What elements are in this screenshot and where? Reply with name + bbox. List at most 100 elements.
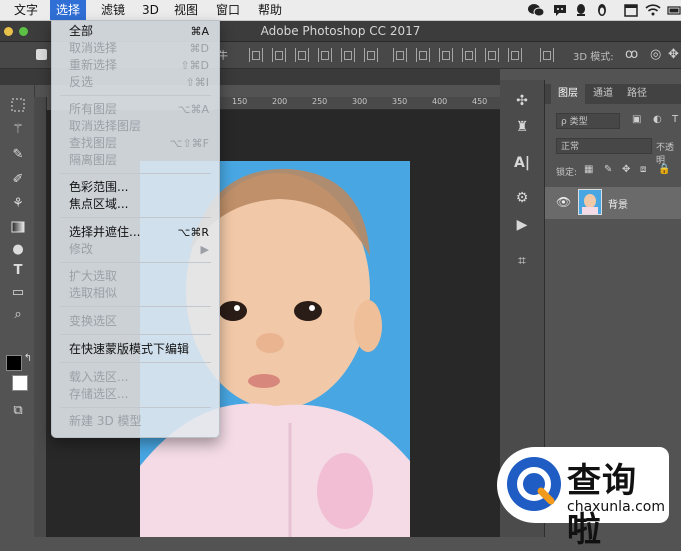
crop-icon[interactable]: ⌗ <box>512 252 532 270</box>
menu-separator <box>60 334 211 335</box>
magic-wand-tool-icon[interactable]: ⚚ <box>10 122 26 138</box>
screen-mode-icon[interactable]: ⧉ <box>10 403 26 419</box>
layer-row-background[interactable]: 👁 背景 <box>545 187 681 219</box>
menu-item-find-layers[interactable]: 查找图层 ⌥⇧⌘F <box>52 135 219 152</box>
gradient-tool-icon[interactable] <box>10 219 26 235</box>
menu-help[interactable]: 帮助 <box>252 0 288 20</box>
tab-channels[interactable]: 通道 <box>587 84 619 104</box>
auto-select-checkbox[interactable] <box>36 49 47 60</box>
menu-item-deselect-layers[interactable]: 取消选择图层 <box>52 118 219 135</box>
distribute-top-icon[interactable] <box>393 48 407 62</box>
blend-mode-select[interactable]: 正常 <box>556 138 652 154</box>
ruler-tick: 400 <box>432 97 448 106</box>
eye-visibility-icon[interactable]: 👁 <box>556 195 571 209</box>
3d-mode-label: 3D 模式: <box>573 52 614 63</box>
menu-item-load-selection[interactable]: 载入选区... <box>52 369 219 386</box>
align-bottom-icon[interactable] <box>295 48 309 62</box>
watermark-url: chaxunla.com <box>567 499 665 515</box>
filter-type-icon[interactable]: T <box>672 114 678 125</box>
align-right-icon[interactable] <box>364 48 378 62</box>
mac-menu-bar: 文字 选择 滤镜 3D 视图 窗口 帮助 <box>0 0 681 21</box>
menu-item-reselect[interactable]: 重新选择 ⇧⌘D <box>52 57 219 74</box>
wechat-icon[interactable] <box>528 3 545 17</box>
marquee-tool-icon[interactable] <box>10 97 26 113</box>
layer-filter-select[interactable]: ρ 类型 <box>556 113 620 129</box>
ruler-tick: 300 <box>352 97 368 106</box>
actions-play-icon[interactable]: ▶ <box>512 216 532 234</box>
menu-item-new-3d-model[interactable]: 新建 3D 模型 <box>52 413 219 430</box>
qq-icon[interactable] <box>574 3 588 17</box>
align-vcenter-icon[interactable] <box>272 48 286 62</box>
menu-view[interactable]: 视图 <box>168 0 204 20</box>
chat-bubble-icon[interactable] <box>552 3 568 17</box>
ruler-tick: 200 <box>272 97 288 106</box>
tab-layers[interactable]: 图层 <box>551 84 585 104</box>
lock-label: 锁定: <box>556 168 578 178</box>
history-brush-tool-icon[interactable]: ⚘ <box>10 196 26 212</box>
distribute-left-icon[interactable] <box>462 48 476 62</box>
menu-item-transform-selection[interactable]: 变换选区 <box>52 313 219 330</box>
watermark-logo: 查询啦 chaxunla.com <box>497 447 669 550</box>
libraries-icon[interactable]: ♜ <box>512 118 532 136</box>
menu-window[interactable]: 窗口 <box>210 0 246 20</box>
menu-separator <box>60 407 211 408</box>
background-color-swatch[interactable] <box>12 375 28 391</box>
lock-pixels-icon[interactable]: ▦ <box>584 164 593 175</box>
distribute-hcenter-icon[interactable] <box>485 48 499 62</box>
menu-item-save-selection[interactable]: 存储选区... <box>52 386 219 403</box>
menu-item-all[interactable]: 全部 ⌘A <box>52 23 219 40</box>
3d-orbit-icon[interactable]: ꝏ <box>625 47 638 62</box>
wifi-icon[interactable] <box>645 3 661 17</box>
menu-item-focus-area[interactable]: 焦点区域... <box>52 196 219 213</box>
ruler-tick: 250 <box>312 97 328 106</box>
watermark-q-icon <box>507 457 561 511</box>
lock-artboard-icon[interactable]: ⧈ <box>640 164 646 175</box>
lock-position-icon[interactable]: ✥ <box>622 164 630 175</box>
menu-item-grow[interactable]: 扩大选取 <box>52 268 219 285</box>
menu-select[interactable]: 选择 <box>50 0 87 20</box>
character-panel-icon[interactable]: A| <box>512 154 532 172</box>
type-tool-icon[interactable]: T <box>10 263 26 279</box>
align-left-icon[interactable] <box>318 48 332 62</box>
align-hcenter-icon[interactable] <box>341 48 355 62</box>
align-top-icon[interactable] <box>249 48 263 62</box>
penguin-icon[interactable] <box>595 3 609 17</box>
filter-image-icon[interactable]: ▣ <box>632 114 641 125</box>
layer-thumbnail <box>578 189 602 215</box>
puzzle-plugin-icon[interactable]: ✣ <box>512 92 532 110</box>
battery-icon[interactable] <box>667 3 681 17</box>
menu-item-all-layers[interactable]: 所有图层 ⌥⌘A <box>52 101 219 118</box>
3d-rotate-icon[interactable]: ◎ <box>650 47 661 62</box>
ruler-tick: 450 <box>472 97 488 106</box>
distribute-bottom-icon[interactable] <box>439 48 453 62</box>
properties-icon[interactable]: ⚙ <box>512 189 532 207</box>
menu-item-deselect[interactable]: 取消选择 ⌘D <box>52 40 219 57</box>
filter-adjust-icon[interactable]: ◐ <box>653 114 662 125</box>
menu-item-select-and-mask[interactable]: 选择并遮住... ⌥⌘R <box>52 224 219 241</box>
lock-all-icon[interactable]: 🔒 <box>658 164 670 175</box>
menu-item-similar[interactable]: 选取相似 <box>52 285 219 302</box>
menu-item-inverse[interactable]: 反选 ⇧⌘I <box>52 74 219 91</box>
menu-item-color-range[interactable]: 色彩范围... <box>52 179 219 196</box>
menu-3d[interactable]: 3D <box>136 0 165 20</box>
menu-separator <box>60 362 211 363</box>
auto-align-icon[interactable] <box>540 48 554 62</box>
menu-separator <box>60 95 211 96</box>
brush-tool-icon[interactable]: ✐ <box>10 172 26 188</box>
menu-item-modify[interactable]: 修改 ▶ <box>52 241 219 258</box>
lock-paint-icon[interactable]: ✎ <box>604 164 612 175</box>
menu-item-quick-mask[interactable]: 在快速蒙版模式下编辑 <box>52 341 219 358</box>
distribute-right-icon[interactable] <box>508 48 522 62</box>
tab-paths[interactable]: 路径 <box>621 84 653 104</box>
menu-filter[interactable]: 滤镜 <box>95 0 131 20</box>
3d-pan-icon[interactable]: ✥ <box>668 47 679 62</box>
eyedropper-tool-icon[interactable]: ✎ <box>10 147 26 163</box>
burn-tool-icon[interactable]: ● <box>10 242 26 258</box>
shape-tool-icon[interactable]: ▭ <box>10 285 26 301</box>
calendar-icon[interactable] <box>624 3 638 17</box>
menu-text[interactable]: 文字 <box>8 0 44 20</box>
zoom-tool-icon[interactable]: ⌕ <box>10 307 26 323</box>
menu-item-isolate-layers[interactable]: 隔离图层 <box>52 152 219 169</box>
menu-separator <box>60 262 211 263</box>
distribute-vcenter-icon[interactable] <box>416 48 430 62</box>
